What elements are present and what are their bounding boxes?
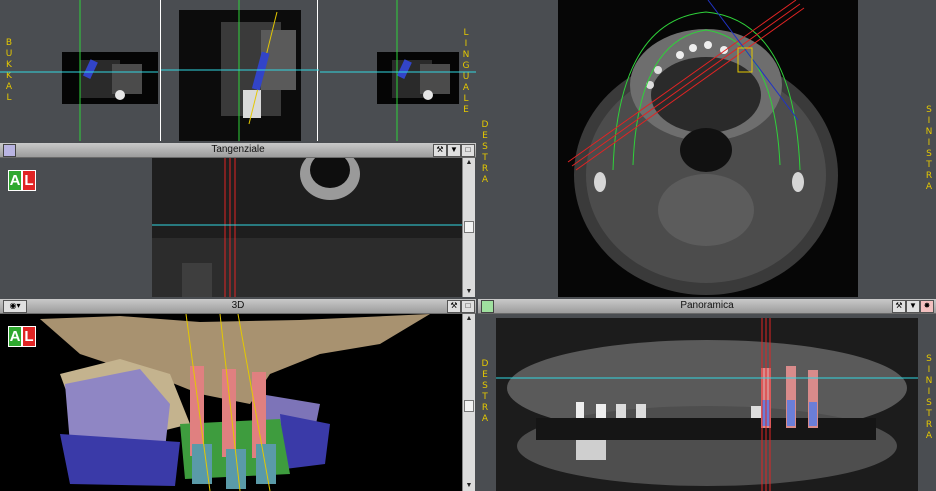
scroll-up-icon[interactable]: ▲: [463, 314, 475, 324]
tangential-scrollbar[interactable]: ▲ ▼: [462, 158, 475, 297]
left-side-label: S I N I S T R A: [925, 105, 933, 192]
cross-section-image-left: [0, 0, 158, 141]
al-badge: A L: [8, 170, 36, 191]
tools-icon[interactable]: ⚒: [433, 144, 447, 157]
panel-select-square[interactable]: [3, 144, 16, 157]
pin-icon[interactable]: ▼: [447, 144, 461, 157]
cross-section-view-center[interactable]: [160, 0, 319, 141]
tools-icon[interactable]: ⚒: [892, 300, 906, 313]
scroll-up-icon[interactable]: ▲: [463, 158, 475, 168]
tangential-titlebar[interactable]: Tangenziale ⚒ ▼ □: [0, 143, 476, 158]
maximize-icon[interactable]: □: [461, 300, 475, 313]
scroll-down-icon[interactable]: ▼: [463, 287, 475, 297]
scroll-down-icon[interactable]: ▼: [463, 481, 475, 491]
right-side-label: D E S T R A: [481, 120, 489, 185]
axial-image: [558, 0, 858, 297]
tools-icon[interactable]: ⚒: [447, 300, 461, 313]
scroll-thumb[interactable]: [464, 221, 474, 233]
l-badge: L: [22, 170, 36, 191]
panoramic-view[interactable]: D E S T R A S I N I S T R A: [478, 314, 936, 491]
tangential-title: Tangenziale: [211, 144, 265, 155]
eye-icon[interactable]: ◉▾: [3, 300, 27, 313]
panoramic-title: Panoramica: [680, 300, 734, 311]
right-side-label: D E S T R A: [481, 359, 489, 424]
cross-section-view-left[interactable]: B U K K A L: [0, 0, 158, 141]
pin-icon[interactable]: ▼: [906, 300, 920, 313]
panoramic-titlebar[interactable]: Panoramica ⚒ ▼ ✸: [478, 299, 936, 314]
tangential-image: [152, 158, 462, 297]
3d-render: [40, 314, 430, 491]
scroll-thumb[interactable]: [464, 400, 474, 412]
panel-select-square[interactable]: [481, 300, 494, 313]
maximize-icon[interactable]: □: [461, 144, 475, 157]
settings-icon[interactable]: ✸: [920, 300, 934, 313]
3d-view[interactable]: A L: [0, 314, 462, 491]
cross-section-view-right[interactable]: L I N G U A L E: [320, 0, 476, 141]
panoramic-image: [496, 318, 918, 491]
tangential-view[interactable]: A L: [0, 158, 462, 297]
3d-titlebar[interactable]: ◉▾ 3D ⚒ □: [0, 299, 476, 314]
3d-scrollbar[interactable]: ▲ ▼: [462, 314, 475, 491]
cross-section-image-center: [161, 0, 319, 141]
3d-title: 3D: [231, 300, 245, 311]
cross-section-image-right: [320, 0, 476, 141]
left-side-label: S I N I S T R A: [925, 354, 933, 441]
a-badge: A: [8, 170, 22, 191]
axial-view[interactable]: D E S T R A S I N I S T R A: [478, 0, 936, 297]
